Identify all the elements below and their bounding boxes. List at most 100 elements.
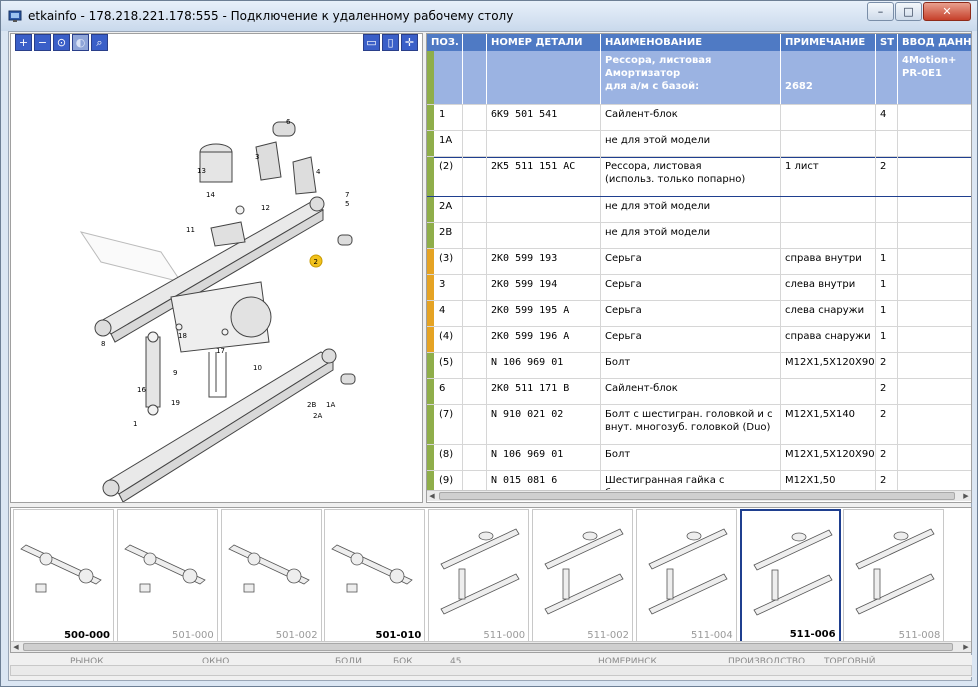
cell-pos: (5): [427, 353, 463, 378]
table-row[interactable]: (8) N 106 969 01 Болт M12X1,5X120X90 2: [427, 445, 971, 471]
thumbnail-501-002[interactable]: 501-002: [220, 509, 322, 643]
thumbnail-scrollbar[interactable]: ◀ ▶: [11, 641, 971, 652]
table-row[interactable]: 3 2K0 599 194 Серьга слева внутри 1: [427, 275, 971, 301]
cell-part: [487, 131, 601, 156]
table-horizontal-scrollbar[interactable]: ◀ ▶: [427, 490, 971, 501]
thumbnail-511-004[interactable]: 511-004: [635, 509, 737, 643]
thumbnail-501-000[interactable]: 501-000: [116, 509, 218, 643]
table-row[interactable]: (2) 2K5 511 151 AC Рессора, листовая (испо…: [427, 157, 971, 197]
column-header-input[interactable]: ВВОД ДАННЫХ: [898, 34, 971, 51]
scroll-right-icon[interactable]: ▶: [961, 642, 971, 652]
title-bar[interactable]: etkainfo - 178.218.221.178:555 - Подключ…: [1, 1, 977, 31]
zoom-out-icon[interactable]: −: [34, 34, 51, 51]
column-header-note[interactable]: ПРИМЕЧАНИЕ: [781, 34, 876, 51]
cell-part: N 106 969 01: [487, 445, 601, 470]
cell-st: [876, 131, 898, 156]
cell-name: Серьга: [601, 275, 781, 300]
table-row[interactable]: (7) N 910 021 02 Болт с шестигран. головко…: [427, 405, 971, 445]
cell-note: слева снаружи: [781, 301, 876, 326]
split-view-icon[interactable]: ▯: [382, 34, 399, 51]
zoom-fit-icon[interactable]: ⊙: [53, 34, 70, 51]
scroll-left-icon[interactable]: ◀: [427, 491, 437, 501]
cell-blank: [463, 327, 487, 352]
thumbnail-511-002[interactable]: 511-002: [532, 509, 633, 643]
cell-pos: 4: [427, 301, 463, 326]
svg-text:14: 14: [206, 191, 215, 199]
main-horizontal-scrollbar[interactable]: [10, 665, 972, 676]
cell-blank: [463, 157, 487, 196]
table-row[interactable]: 2B не для этой модели: [427, 223, 971, 249]
svg-text:10: 10: [253, 364, 262, 372]
scrollbar-thumb[interactable]: [23, 643, 953, 651]
svg-text:1A: 1A: [326, 401, 335, 409]
cell-part: 2K0 599 194: [487, 275, 601, 300]
remote-desktop-window: etkainfo - 178.218.221.178:555 - Подключ…: [0, 0, 978, 687]
drawing-toolbar: + − ⊙ ◐ ⌕ ▭ ▯ ✛: [11, 34, 422, 52]
column-header-pos[interactable]: ПОЗ.: [427, 34, 463, 51]
column-header-blank[interactable]: [463, 34, 487, 51]
cell-st: [876, 197, 898, 222]
cell-st: 1: [876, 301, 898, 326]
cell-name: не для этой модели: [601, 223, 781, 248]
column-header-part-number[interactable]: НОМЕР ДЕТАЛИ: [487, 34, 601, 51]
thumbnail-drawing-icon: [227, 544, 310, 593]
app-client-area: + − ⊙ ◐ ⌕ ▭ ▯ ✛ 6 3 4 13 7 5 14 12 11 8 …: [8, 31, 972, 681]
svg-text:6: 6: [286, 118, 291, 126]
maximize-button[interactable]: □: [895, 2, 922, 21]
cell-note: M12X1,5X120X90: [781, 445, 876, 470]
zoom-in-icon[interactable]: +: [15, 34, 32, 51]
table-group-row[interactable]: Рессора, листовая Амортизатор для а/м с …: [427, 51, 971, 105]
thumbnail-drawing-icon: [855, 528, 935, 615]
thumbnail-label: 511-008: [898, 630, 941, 641]
thumbnail-label: 501-000: [172, 630, 214, 641]
column-header-name[interactable]: НАИМЕНОВАНИЕ: [601, 34, 781, 51]
thumbnail-label: 501-010: [375, 630, 422, 641]
cell-note: [781, 197, 876, 222]
expand-icon[interactable]: ✛: [401, 34, 418, 51]
exploded-parts-drawing[interactable]: 6 3 4 13 75 14 12 11 8 18 17 9 16 19 10 2B 1A 2A 1 2: [11, 52, 422, 502]
thumbnail-500-000[interactable]: 500-000: [13, 509, 114, 643]
thumbnail-label: 511-000: [483, 630, 526, 641]
svg-text:9: 9: [173, 369, 177, 377]
scroll-left-icon[interactable]: ◀: [11, 642, 21, 652]
cell-blank: [463, 379, 487, 404]
thumbnail-label: 511-006: [789, 629, 836, 640]
cell-name: Сайлент-блок: [601, 105, 781, 130]
layout-toggle-icon[interactable]: ▭: [363, 34, 380, 51]
cell-blank: [463, 197, 487, 222]
table-row[interactable]: (3) 2K0 599 193 Серьга справа внутри 1: [427, 249, 971, 275]
column-header-st[interactable]: ST: [876, 34, 898, 51]
status-cell: РЫНОК: [70, 657, 104, 663]
scrollbar-thumb[interactable]: [439, 492, 955, 500]
zoom-previous-icon[interactable]: ◐: [72, 34, 89, 51]
table-row[interactable]: 1 6K9 501 541 Сайлент-блок 4: [427, 105, 971, 131]
cell-note: [781, 131, 876, 156]
thumbnail-strip: 500-000 501-000 501-002 501-010 511-000 511-0…: [10, 507, 972, 653]
svg-text:5: 5: [345, 200, 349, 208]
cell-pos: (4): [427, 327, 463, 352]
status-cell: ОКНО: [202, 657, 230, 663]
thumbnail-511-006[interactable]: 511-006: [739, 509, 841, 643]
svg-text:2B: 2B: [307, 401, 316, 409]
table-row[interactable]: (5) N 106 969 01 Болт M12X1,5X120X90 2: [427, 353, 971, 379]
close-button[interactable]: ✕: [923, 2, 971, 21]
minimize-button[interactable]: –: [867, 2, 894, 21]
scroll-right-icon[interactable]: ▶: [961, 491, 971, 501]
cell-part: 2K0 599 195 A: [487, 301, 601, 326]
status-bar: РЫНОК ОКНО БОДИ БОК 45 НОМЕРИНСК ПРОИЗВОДСТВО Т…: [10, 655, 972, 677]
thumbnail-511-008[interactable]: 511-008: [843, 509, 945, 643]
cell-st: 2: [876, 405, 898, 444]
cell-input: [898, 197, 971, 222]
thumbnail-511-000[interactable]: 511-000: [428, 509, 530, 643]
search-icon[interactable]: ⌕: [91, 34, 108, 51]
table-row[interactable]: 4 2K0 599 195 A Серьга слева снаружи 1: [427, 301, 971, 327]
thumbnail-501-010[interactable]: 501-010: [324, 509, 426, 643]
table-row[interactable]: 6 2K0 511 171 B Сайлент-блок 2: [427, 379, 971, 405]
table-row[interactable]: 1A не для этой модели: [427, 131, 971, 157]
cell-input: [898, 379, 971, 404]
table-row[interactable]: 2A не для этой модели: [427, 197, 971, 223]
table-row[interactable]: (4) 2K0 599 196 A Серьга справа снаружи 1: [427, 327, 971, 353]
parts-table-pane: ПОЗ. НОМЕР ДЕТАЛИ НАИМЕНОВАНИЕ ПРИМЕЧАНИ…: [426, 33, 972, 503]
status-cell: 45: [450, 657, 462, 663]
cell-name: не для этой модели: [601, 131, 781, 156]
